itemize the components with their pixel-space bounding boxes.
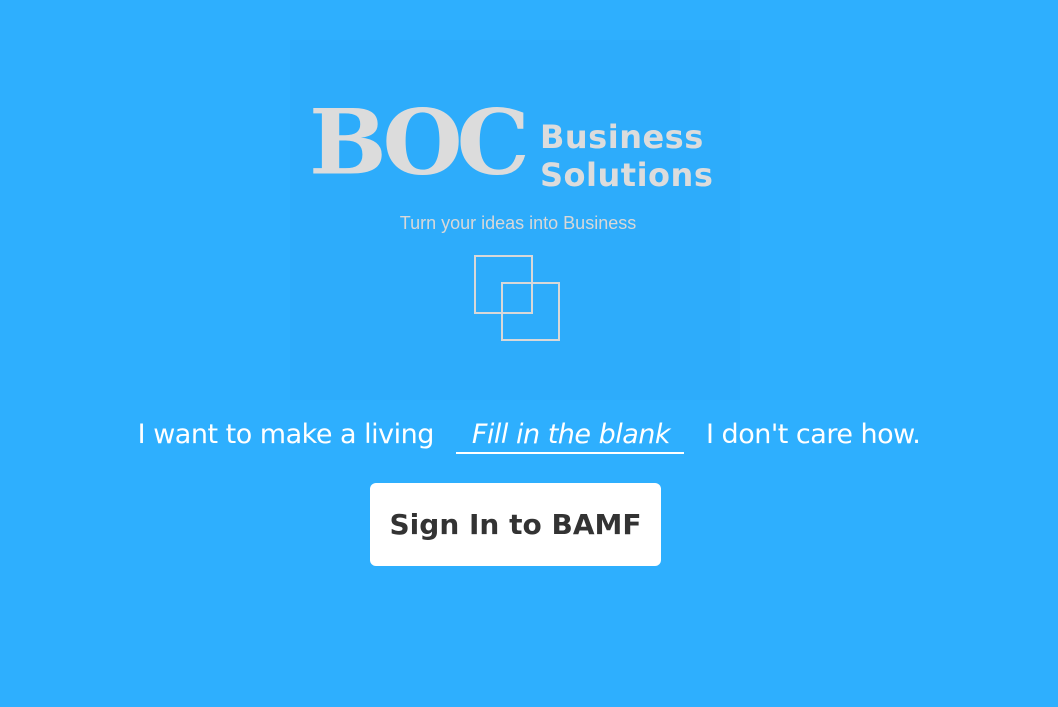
sign-in-button[interactable]: Sign In to BAMF [370,483,661,566]
slogan: I want to make a living Fill in the blank… [0,418,1058,454]
logo-words: Business Solutions [540,118,713,194]
logo-letters: BOC [309,89,530,195]
logo-word-business: Business [540,118,704,156]
slogan-before: I want to make a living [137,419,435,450]
logo-tagline: Turn your ideas into Business [399,213,637,233]
slogan-after: I don't care how. [706,419,921,450]
overlapping-squares-icon [474,255,560,341]
slogan-blank: Fill in the blank [455,418,685,454]
landing-page: BOC Business Solutions Turn your ideas i… [0,0,1058,707]
logo-word-solutions: Solutions [540,156,714,194]
